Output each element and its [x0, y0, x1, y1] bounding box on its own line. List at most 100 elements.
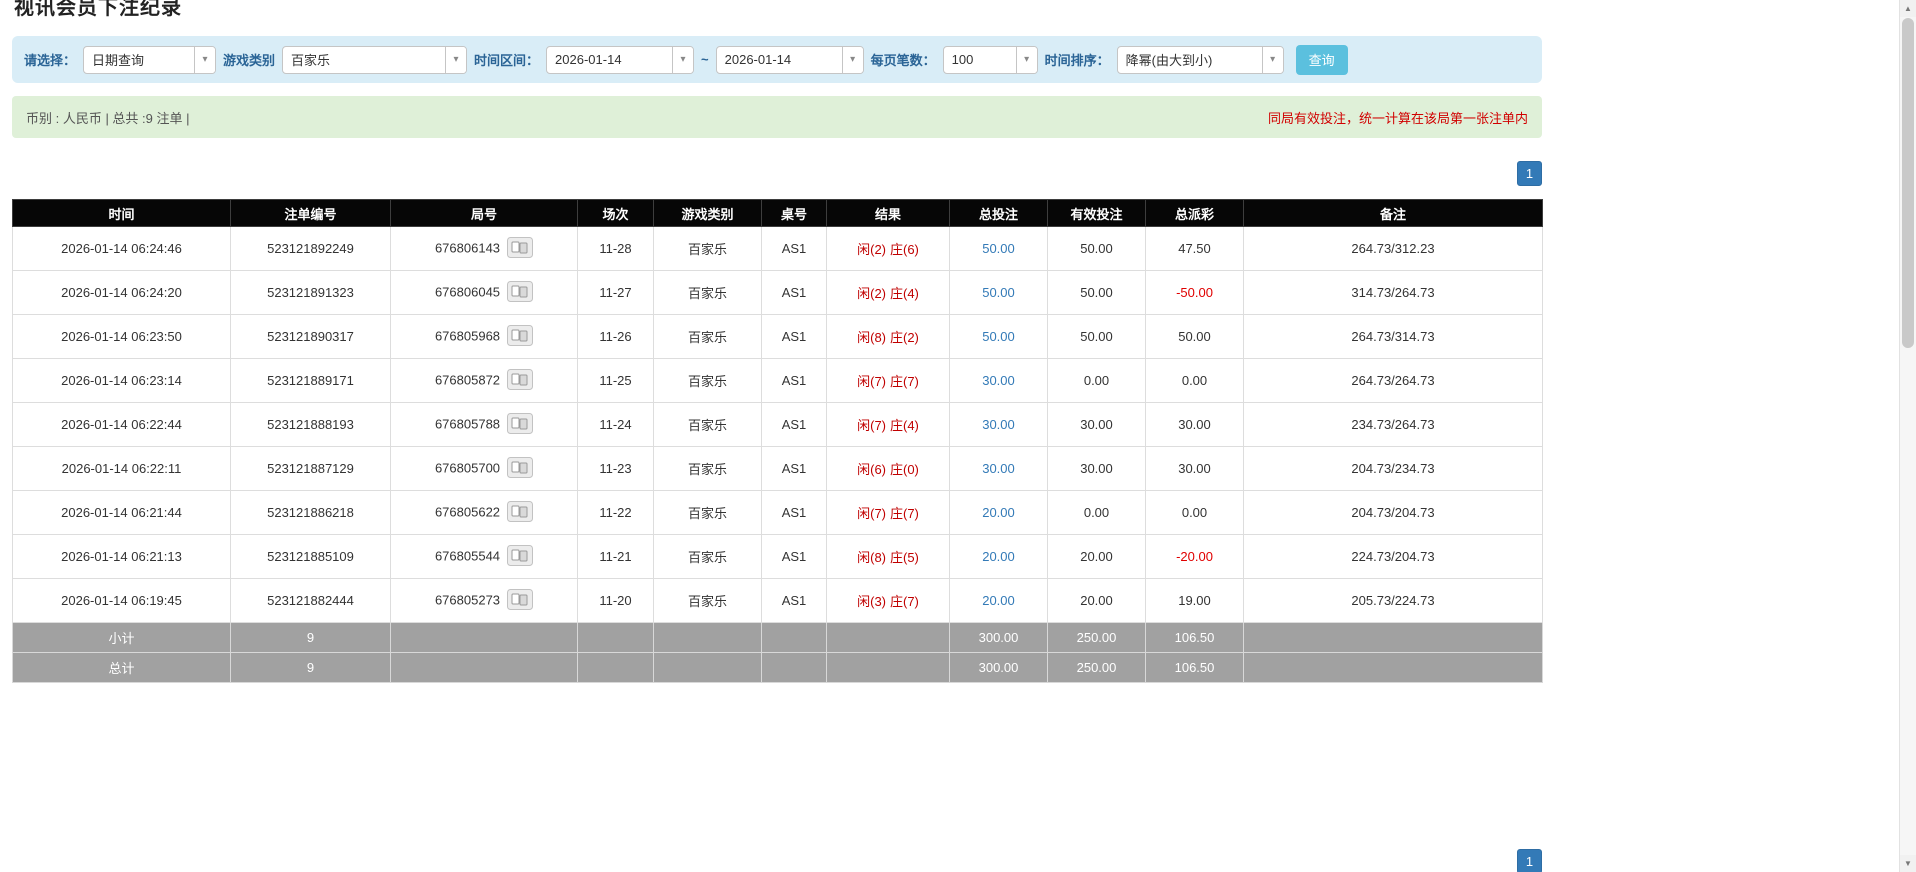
footer-empty-cell [390, 652, 578, 683]
scroll-down-icon[interactable]: ▼ [1900, 855, 1916, 872]
result-banker: 庄(2) [890, 330, 919, 345]
cell-remark: 264.73/312.23 [1243, 226, 1543, 271]
cell-payout: -20.00 [1145, 534, 1244, 579]
total-payout: 106.50 [1145, 652, 1244, 683]
cell-valid-bet: 50.00 [1047, 314, 1146, 359]
cell-remark: 204.73/204.73 [1243, 490, 1543, 535]
cell-time: 2026-01-14 06:22:44 [12, 402, 231, 447]
cell-round: 676805622 [390, 490, 578, 535]
cell-valid-bet: 50.00 [1047, 270, 1146, 315]
query-type-select[interactable]: 日期查询 ▾ [83, 45, 217, 74]
total-bet-link[interactable]: 30.00 [982, 373, 1015, 388]
cell-result: 闲(7) 庄(7) [826, 358, 950, 403]
cell-bet-id: 523121887129 [230, 446, 391, 491]
result-player: 闲(7) [857, 374, 886, 389]
total-bet-link[interactable]: 50.00 [982, 329, 1015, 344]
cell-bet-id: 523121891323 [230, 270, 391, 315]
cell-payout: 47.50 [1145, 226, 1244, 271]
chevron-down-icon[interactable]: ▾ [841, 46, 863, 73]
cell-time: 2026-01-14 06:22:11 [12, 446, 231, 491]
total-bet-link[interactable]: 20.00 [982, 549, 1015, 564]
vertical-scrollbar[interactable]: ▲ ▼ [1899, 0, 1916, 872]
scrollbar-thumb[interactable] [1902, 18, 1914, 348]
chevron-down-icon[interactable]: ▾ [194, 46, 216, 73]
chevron-down-icon[interactable]: ▾ [672, 46, 694, 73]
cell-total-bet: 50.00 [949, 270, 1048, 315]
game-cards-icon[interactable] [507, 324, 534, 349]
footer-empty-cell [1243, 652, 1543, 683]
cell-total-bet: 20.00 [949, 534, 1048, 579]
sort-select[interactable]: 降幂(由大到小) ▾ [1116, 45, 1284, 74]
total-label: 总计 [12, 652, 231, 683]
result-player: 闲(2) [857, 286, 886, 301]
cell-valid-bet: 30.00 [1047, 446, 1146, 491]
cell-remark: 224.73/204.73 [1243, 534, 1543, 579]
date-to-select[interactable]: 2026-01-14 ▾ [715, 45, 864, 74]
header-valid-bet: 有效投注 [1047, 199, 1146, 227]
table-row: 2026-01-14 06:22:11 523121887129 6768057… [12, 446, 1543, 491]
cell-game-type: 百家乐 [653, 270, 762, 315]
page-1-button[interactable]: 1 [1517, 849, 1542, 872]
header-result: 结果 [826, 199, 950, 227]
game-cards-icon[interactable] [507, 456, 534, 481]
cell-time: 2026-01-14 06:24:46 [12, 226, 231, 271]
page-1-button[interactable]: 1 [1517, 161, 1542, 186]
round-number: 676805872 [434, 371, 501, 387]
query-type-label: 请选择： [24, 53, 77, 68]
cell-result: 闲(2) 庄(4) [826, 270, 950, 315]
cell-time: 2026-01-14 06:24:20 [12, 270, 231, 315]
cell-total-bet: 30.00 [949, 446, 1048, 491]
subtotal-label: 小计 [12, 622, 231, 653]
date-to-value: 2026-01-14 [724, 52, 792, 67]
table-row: 2026-01-14 06:23:50 523121890317 6768059… [12, 314, 1543, 359]
game-cards-icon[interactable] [507, 412, 534, 437]
sort-value: 降幂(由大到小) [1125, 53, 1213, 68]
cell-remark: 204.73/234.73 [1243, 446, 1543, 491]
footer-empty-cell [761, 652, 827, 683]
table-row: 2026-01-14 06:24:46 523121892249 6768061… [12, 226, 1543, 271]
sort-label: 时间排序： [1044, 53, 1110, 68]
cell-time: 2026-01-14 06:23:14 [12, 358, 231, 403]
subtotal-total-bet: 300.00 [949, 622, 1048, 653]
search-button[interactable]: 查询 [1295, 44, 1348, 75]
total-bet-link[interactable]: 50.00 [982, 241, 1015, 256]
footer-empty-cell [390, 622, 578, 653]
scroll-up-icon[interactable]: ▲ [1900, 0, 1916, 17]
game-cards-icon[interactable] [507, 368, 534, 393]
result-player: 闲(2) [857, 242, 886, 257]
game-cards-icon[interactable] [507, 544, 534, 569]
cell-session: 11-26 [577, 314, 654, 359]
subtotal-payout: 106.50 [1145, 622, 1244, 653]
cell-bet-id: 523121890317 [230, 314, 391, 359]
round-number: 676806045 [434, 283, 501, 299]
game-type-value: 百家乐 [291, 53, 331, 68]
total-valid-bet: 250.00 [1047, 652, 1146, 683]
game-cards-icon[interactable] [507, 236, 534, 261]
date-from-value: 2026-01-14 [555, 52, 622, 67]
total-bet-link[interactable]: 20.00 [982, 505, 1015, 520]
result-banker: 庄(5) [890, 550, 919, 565]
cell-game-type: 百家乐 [653, 578, 762, 623]
per-page-select[interactable]: 100 ▾ [942, 45, 1038, 74]
game-cards-icon[interactable] [507, 500, 534, 525]
cell-remark: 264.73/314.73 [1243, 314, 1543, 359]
total-bet-link[interactable]: 30.00 [982, 461, 1015, 476]
chevron-down-icon[interactable]: ▾ [1261, 46, 1283, 73]
game-type-select[interactable]: 百家乐 ▾ [282, 45, 468, 74]
chevron-down-icon[interactable]: ▾ [445, 46, 467, 73]
game-cards-icon[interactable] [507, 280, 534, 305]
result-player: 闲(3) [857, 594, 886, 609]
footer-empty-cell [826, 622, 950, 653]
date-from-select[interactable]: 2026-01-14 ▾ [546, 45, 695, 74]
pagination-top: 1 [12, 161, 1542, 186]
chevron-down-icon[interactable]: ▾ [1015, 46, 1037, 73]
total-total-bet: 300.00 [949, 652, 1048, 683]
cell-round: 676805273 [390, 578, 578, 623]
game-cards-icon[interactable] [507, 588, 534, 613]
cell-session: 11-20 [577, 578, 654, 623]
round-number: 676805700 [434, 459, 501, 475]
total-bet-link[interactable]: 50.00 [982, 285, 1015, 300]
total-bet-link[interactable]: 20.00 [982, 593, 1015, 608]
cell-payout: -50.00 [1145, 270, 1244, 315]
total-bet-link[interactable]: 30.00 [982, 417, 1015, 432]
